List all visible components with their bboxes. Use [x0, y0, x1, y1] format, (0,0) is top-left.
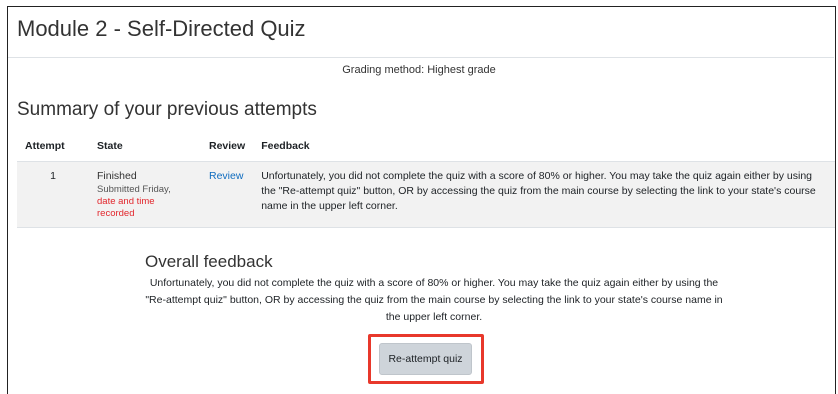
review-cell: Review — [201, 161, 254, 228]
table-header-row: Attempt State Review Feedback — [17, 131, 835, 162]
column-header-attempt: Attempt — [17, 131, 89, 162]
table-row: 1 Finished Submitted Friday, date and ti… — [17, 161, 835, 228]
summary-heading: Summary of your previous attempts — [17, 99, 317, 120]
column-header-feedback: Feedback — [253, 131, 835, 162]
column-header-state: State — [89, 131, 201, 162]
submitted-date-note: date and time recorded — [97, 196, 155, 219]
overall-feedback-text: Unfortunately, you did not complete the … — [145, 277, 723, 323]
attempt-number: 1 — [17, 161, 89, 228]
column-header-review: Review — [201, 131, 254, 162]
submitted-label: Submitted Friday, — [97, 184, 171, 195]
title-divider — [8, 57, 834, 58]
page-title: Module 2 - Self-Directed Quiz — [17, 16, 306, 41]
attempt-feedback: Unfortunately, you did not complete the … — [253, 161, 835, 228]
attempt-state: Finished Submitted Friday, date and time… — [89, 161, 201, 228]
reattempt-quiz-button[interactable]: Re-attempt quiz — [379, 343, 472, 375]
review-link[interactable]: Review — [209, 170, 243, 182]
state-label: Finished — [97, 170, 137, 182]
overall-feedback-heading: Overall feedback — [145, 252, 273, 271]
attempts-table: Attempt State Review Feedback 1 Finished… — [17, 131, 835, 228]
grading-method: Grading method: Highest grade — [342, 64, 496, 76]
